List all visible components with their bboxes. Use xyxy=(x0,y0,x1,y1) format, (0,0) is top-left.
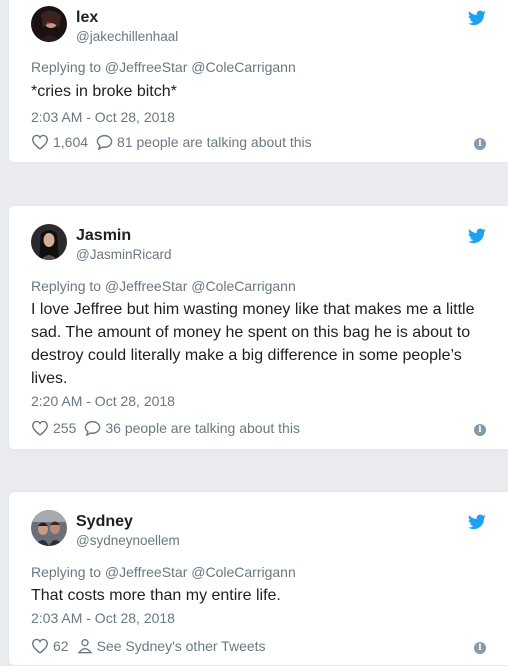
heart-icon[interactable] xyxy=(31,420,49,436)
tweet-timestamp[interactable]: 2:03 AM - Oct 28, 2018 xyxy=(31,610,175,626)
talking-about-link[interactable]: 81 people are talking about this xyxy=(117,134,312,150)
tweet-actions: 255 36 people are talking about this xyxy=(31,420,308,436)
author-name[interactable]: lex xyxy=(76,9,98,27)
tweet-text: *cries in broke bitch* xyxy=(31,83,177,100)
tweet-text: That costs more than my entire life. xyxy=(31,587,281,604)
tweet-timestamp[interactable]: 2:20 AM - Oct 28, 2018 xyxy=(31,393,175,409)
heart-icon[interactable] xyxy=(31,638,49,654)
info-icon[interactable]: i xyxy=(474,424,486,436)
tweet-card[interactable]: Jasmin @JasminRicard Replying to @Jeffre… xyxy=(8,205,508,450)
author-name[interactable]: Jasmin xyxy=(76,227,131,245)
author-handle[interactable]: @sydneynoellem xyxy=(76,533,180,548)
info-icon[interactable]: i xyxy=(474,138,486,150)
tweet-text: I love Jeffree but him wasting money lik… xyxy=(31,301,475,387)
replying-to[interactable]: Replying to @JeffreeStar @ColeCarrigann xyxy=(31,59,296,75)
like-count[interactable]: 255 xyxy=(53,420,76,436)
author-handle[interactable]: @jakechillenhaal xyxy=(76,29,178,44)
like-count[interactable]: 62 xyxy=(53,638,69,654)
replying-to[interactable]: Replying to @JeffreeStar @ColeCarrigann xyxy=(31,278,296,294)
avatar[interactable] xyxy=(31,6,67,42)
like-count[interactable]: 1,604 xyxy=(53,134,88,150)
twitter-bird-icon[interactable] xyxy=(468,228,486,244)
other-tweets-link[interactable]: See Sydney's other Tweets xyxy=(97,638,266,654)
author-handle[interactable]: @JasminRicard xyxy=(76,247,171,262)
tweet-card[interactable]: lex @jakechillenhaal Replying to @Jeffre… xyxy=(8,0,508,163)
tweet-card[interactable]: Sydney @sydneynoellem Replying to @Jeffr… xyxy=(8,491,508,666)
talking-about-link[interactable]: 36 people are talking about this xyxy=(105,420,300,436)
avatar[interactable] xyxy=(31,510,67,546)
avatar[interactable] xyxy=(31,224,67,260)
comment-bubble-icon[interactable] xyxy=(96,134,113,150)
twitter-bird-icon[interactable] xyxy=(468,514,486,530)
twitter-bird-icon[interactable] xyxy=(468,10,486,26)
info-icon[interactable]: i xyxy=(474,642,486,654)
comment-bubble-icon[interactable] xyxy=(84,420,101,436)
tweet-actions: 62 See Sydney's other Tweets xyxy=(31,638,274,654)
author-name[interactable]: Sydney xyxy=(76,513,133,531)
tweet-timestamp[interactable]: 2:03 AM - Oct 28, 2018 xyxy=(31,109,175,125)
person-icon[interactable] xyxy=(77,638,93,654)
heart-icon[interactable] xyxy=(31,134,49,150)
replying-to[interactable]: Replying to @JeffreeStar @ColeCarrigann xyxy=(31,564,296,580)
tweet-actions: 1,604 81 people are talking about this xyxy=(31,134,320,150)
